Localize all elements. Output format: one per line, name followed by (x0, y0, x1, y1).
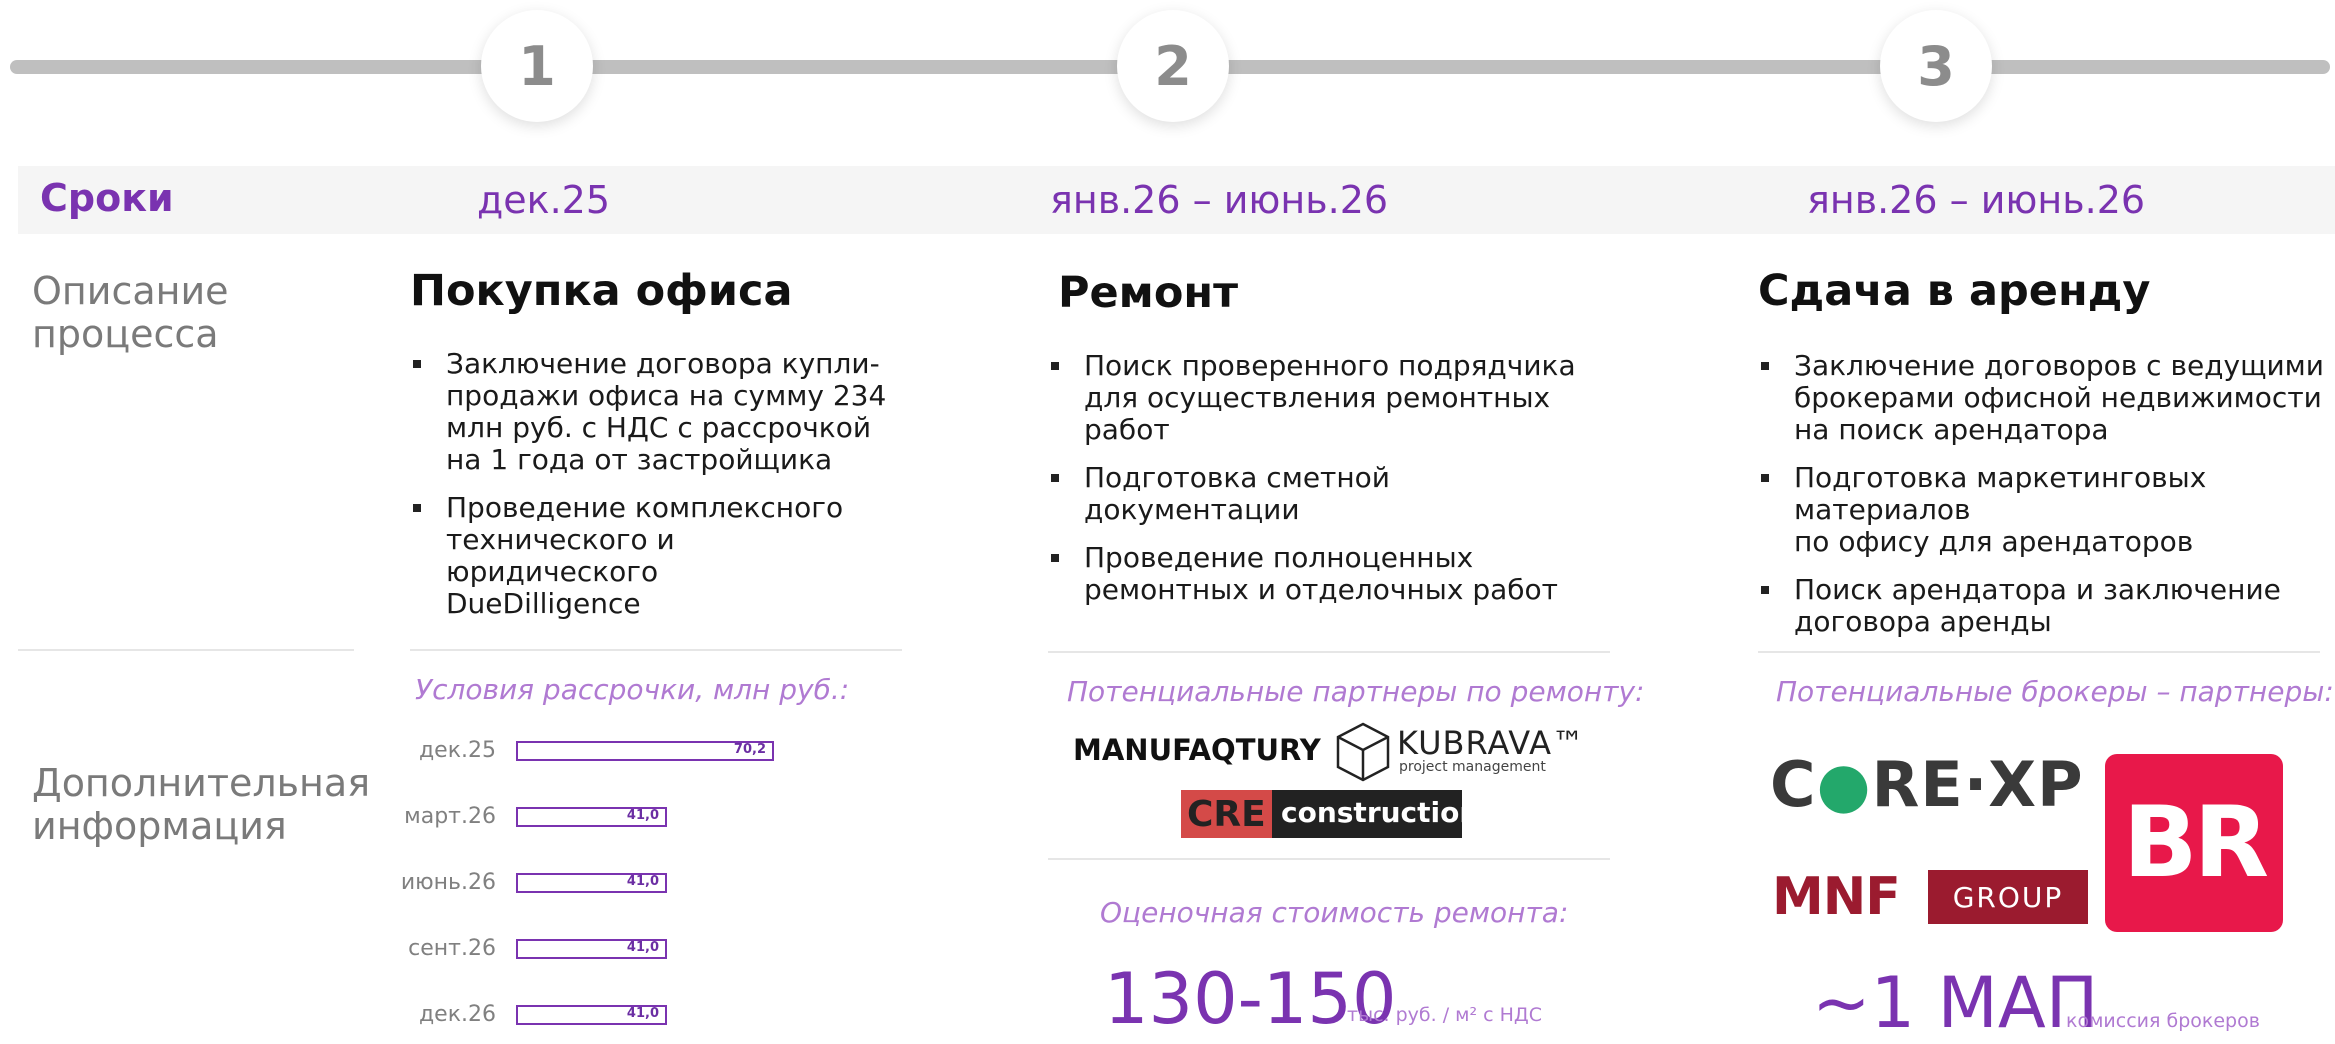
bullet-item: Подготовка сметной документации (1048, 462, 1608, 526)
mnf-text: MNF (1772, 867, 1901, 927)
step-circle-3: 3 (1880, 10, 1992, 122)
kubrava-logo: KUBRAVA™ (1397, 724, 1586, 762)
timing-label: Сроки (40, 176, 174, 220)
bullet-line: Подготовка маркетинговых материалов (1794, 461, 2207, 526)
installment-bar: 41,0 (516, 873, 667, 893)
bar-category-label: июнь.26 (400, 870, 496, 895)
installment-bar: 41,0 (516, 1005, 667, 1025)
core-o-dot-icon: ● (1816, 748, 1872, 821)
bar-category-label: сент.26 (408, 936, 496, 961)
br-logo: BR (2105, 754, 2283, 932)
bullet-line: на поиск арендатора (1794, 413, 2109, 446)
manufaqtury-logo: MANUFAQTURY (1073, 733, 1321, 767)
row-label-line: Дополнительная (32, 761, 371, 805)
row-label-extra: Дополнительная информация (32, 762, 370, 848)
col-title-purchase: Покупка офиса (410, 266, 793, 316)
renovation-cost-unit: тыс. руб. / м² с НДС (1347, 1004, 1543, 1026)
bullet-line: продажи офиса на сумму 234 (446, 379, 887, 412)
bullet-item: Проведение комплексного технического и ю… (410, 492, 890, 620)
installment-bar: 41,0 (516, 807, 667, 827)
construction-text: construction (1281, 796, 1480, 829)
installment-bar: 41,0 (516, 939, 667, 959)
broker-fee-value: ~1 МАП (1812, 962, 2099, 1044)
bullet-line: Поиск проверенного подрядчика (1084, 349, 1576, 382)
core-xp-logo: C●RE·XP (1770, 748, 2084, 821)
bar-value-label: 70,2 (733, 742, 766, 757)
group-text: GROUP (1928, 870, 2088, 924)
bar-category-label: дек.25 (418, 738, 496, 763)
bullet-line: Проведение комплексного (446, 491, 844, 524)
bullet-marker (413, 360, 421, 368)
row-label-line: Описание (32, 269, 229, 313)
broker-fee-label: комиссия брокеров (2066, 1010, 2260, 1032)
bar-value-label: 41,0 (626, 874, 659, 889)
cre-construction-logo: CRE construction (1181, 790, 1479, 838)
kubrava-cube-icon (1336, 722, 1390, 782)
bullets-lease: Заключение договоров с ведущими брокерам… (1758, 350, 2333, 654)
core-rexp: RE·XP (1871, 748, 2084, 821)
renovation-partners-title: Потенциальные партнеры по ремонту: (1067, 675, 1645, 708)
bullet-line: млн руб. с НДС с рассрочкой (446, 411, 872, 444)
bullet-line: по офису для арендаторов (1794, 525, 2194, 558)
bullet-line: DueDilligence (446, 587, 641, 620)
col-title-lease: Сдача в аренду (1758, 266, 2151, 316)
bullet-line: технического и юридического (446, 523, 675, 588)
bullet-marker (1051, 362, 1059, 370)
date-col-1: дек.25 (477, 178, 611, 222)
renovation-cost-label: Оценочная стоимость ремонта: (1100, 896, 1569, 929)
bar-value-label: 41,0 (626, 940, 659, 955)
divider (1048, 651, 1610, 653)
bullet-item: Заключение договора купли- продажи офиса… (410, 348, 890, 476)
bullet-line: Проведение полноценных (1084, 541, 1474, 574)
bullet-item: Подготовка маркетинговых материалов по о… (1758, 462, 2333, 558)
row-label-line: процесса (32, 312, 219, 356)
divider (18, 649, 354, 651)
bullet-line: документации (1084, 493, 1300, 526)
bullets-renovation: Поиск проверенного подрядчика для осущес… (1048, 350, 1608, 622)
bullet-marker (1051, 554, 1059, 562)
bullet-item: Поиск проверенного подрядчика для осущес… (1048, 350, 1608, 446)
bullets-purchase: Заключение договора купли- продажи офиса… (410, 348, 890, 636)
divider (1048, 858, 1610, 860)
bullet-item: Заключение договоров с ведущими брокерам… (1758, 350, 2333, 446)
divider (1758, 651, 2320, 653)
bullet-marker (413, 504, 421, 512)
renovation-cost-value: 130-150 (1104, 958, 1397, 1040)
bullet-marker (1761, 586, 1769, 594)
step-circle-1: 1 (481, 10, 593, 122)
kubrava-subtitle: project management (1399, 759, 1546, 775)
col-title-renovation: Ремонт (1058, 268, 1238, 318)
bullet-line: Заключение договоров с ведущими (1794, 349, 2325, 382)
core-c: C (1770, 748, 1817, 821)
date-col-2: янв.26 – июнь.26 (1050, 178, 1389, 222)
installment-bar: 70,2 (516, 741, 774, 761)
bar-category-label: март.26 (404, 804, 496, 829)
bar-value-label: 41,0 (626, 808, 659, 823)
row-label-line: информация (32, 804, 287, 848)
mnf-group-logo: MNF GROUP (1772, 868, 2088, 926)
bar-value-label: 41,0 (626, 1006, 659, 1021)
bullet-line: Заключение договора купли- (446, 347, 880, 380)
bullet-line: работ (1084, 413, 1170, 446)
bullet-line: Подготовка сметной (1084, 461, 1390, 494)
bullet-line: Поиск арендатора и заключение (1794, 573, 2281, 606)
bar-category-label: дек.26 (418, 1002, 496, 1027)
bullet-line: для осуществления ремонтных (1084, 381, 1551, 414)
bullet-marker (1761, 362, 1769, 370)
bullet-line: договора аренды (1794, 605, 2052, 638)
date-col-3: янв.26 – июнь.26 (1807, 178, 2146, 222)
cre-text: CRE (1187, 794, 1266, 835)
bullet-item: Поиск арендатора и заключение договора а… (1758, 574, 2333, 638)
bullet-item: Проведение полноценных ремонтных и отдел… (1048, 542, 1608, 606)
bullet-marker (1051, 474, 1059, 482)
bullet-marker (1761, 474, 1769, 482)
step-circle-2: 2 (1117, 10, 1229, 122)
brokers-title: Потенциальные брокеры – партнеры: (1776, 675, 2334, 708)
bullet-line: на 1 года от застройщика (446, 443, 833, 476)
row-label-process: Описание процесса (32, 270, 229, 356)
bullet-line: брокерами офисной недвижимости (1794, 381, 2322, 414)
divider (410, 649, 902, 651)
bullet-line: ремонтных и отделочных работ (1084, 573, 1558, 606)
installment-title: Условия рассрочки, млн руб.: (415, 673, 850, 706)
